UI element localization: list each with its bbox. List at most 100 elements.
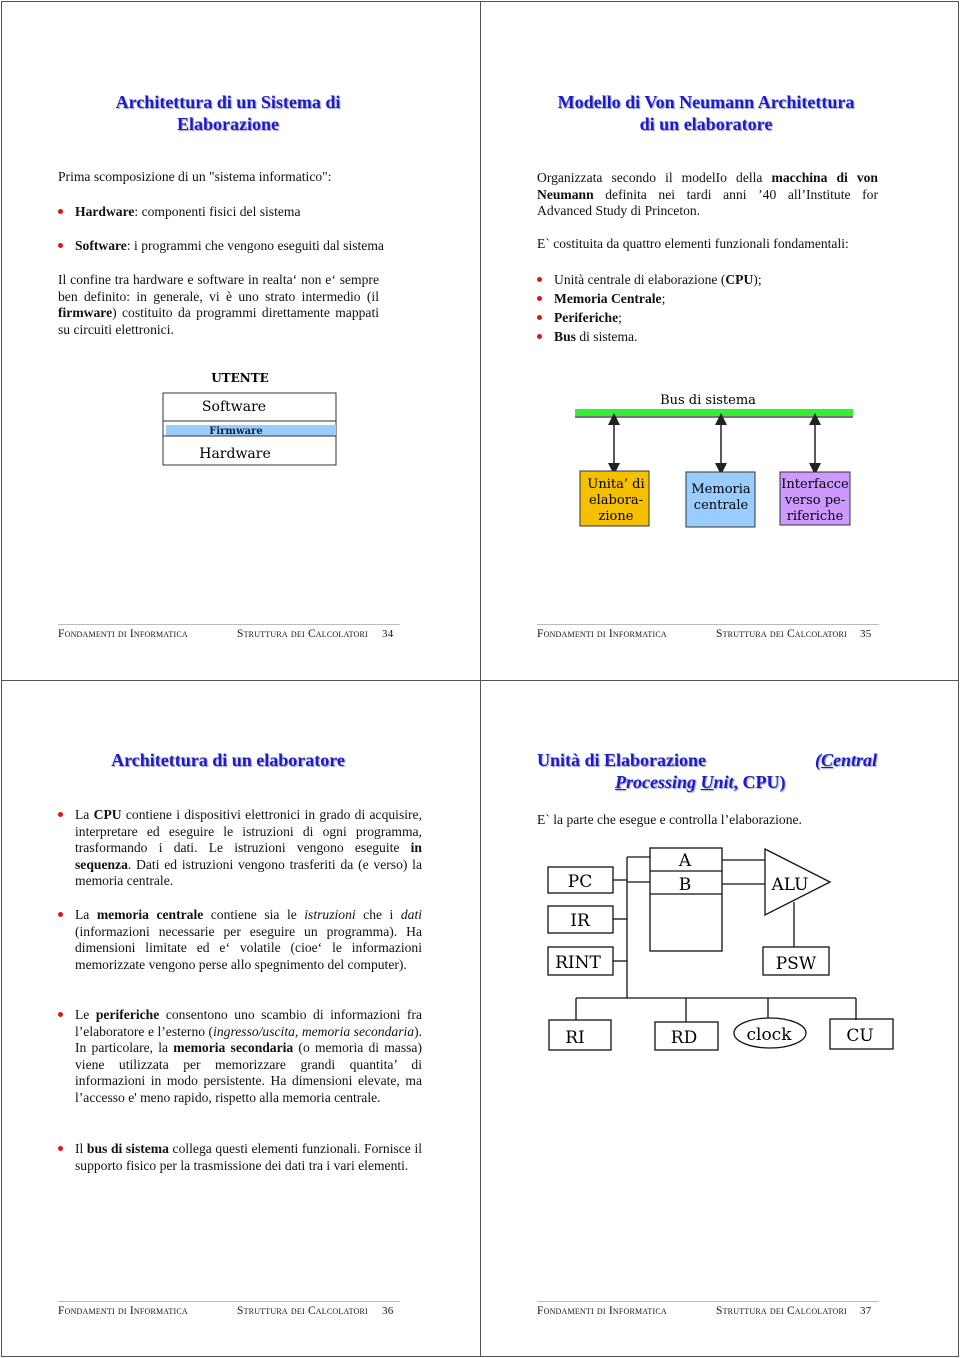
text-segment: contiene i dispositivi elettronici in gr… bbox=[75, 807, 422, 856]
block-text: Unita’ di bbox=[587, 477, 644, 492]
text-segment: (informazioni necessarie per eseguire un… bbox=[75, 923, 422, 972]
layers-diagram: UTENTE Software Firmware Hardware bbox=[162, 371, 337, 466]
page-number: 35 bbox=[860, 628, 872, 640]
footer: Fondamenti di Informatica Struttura dei … bbox=[58, 1301, 400, 1317]
footer-section: Struttura dei Calcolatori bbox=[237, 628, 368, 640]
block-text: centrale bbox=[694, 498, 749, 513]
text-segment: La bbox=[75, 807, 94, 822]
footer-section: Struttura dei Calcolatori bbox=[716, 1305, 847, 1317]
block-text: riferiche bbox=[787, 509, 844, 524]
text-segment: ; bbox=[618, 310, 622, 325]
ri-label: RI bbox=[565, 1028, 585, 1048]
system-bus bbox=[575, 409, 853, 416]
bullet-memory: La memoria centrale contiene sia le istr… bbox=[58, 907, 422, 973]
block-text: elabora- bbox=[589, 493, 643, 508]
text-segment: ; bbox=[661, 291, 666, 306]
bullet-peripherals: Le periferiche consentono uno scambio di… bbox=[58, 1007, 422, 1107]
text-segment: di sistema. bbox=[575, 329, 638, 344]
title-line: Processing Unit, CPU) bbox=[615, 772, 786, 792]
bold-text: Memoria Centrale bbox=[554, 291, 662, 306]
title-line: Elaborazione bbox=[177, 114, 279, 134]
layer-firmware: Firmware bbox=[209, 426, 262, 437]
italic-text: dati bbox=[400, 907, 422, 922]
footer-section: Struttura dei Calcolatori bbox=[237, 1305, 368, 1317]
bold-text: bus di sistema bbox=[86, 1141, 169, 1156]
block-text: Memoria bbox=[691, 482, 751, 497]
text-segment: : i programmi che vengono eseguiti dal s… bbox=[126, 238, 384, 253]
bold-text: memoria secondaria bbox=[173, 1040, 294, 1056]
footer: Fondamenti di Informatica Struttura dei … bbox=[537, 1301, 879, 1317]
block-text: zione bbox=[599, 509, 634, 524]
layer-hardware: Hardware bbox=[199, 446, 271, 462]
text-segment: . Dati ed istruzioni vengono trasferiti … bbox=[75, 856, 422, 889]
a-label: A bbox=[678, 851, 692, 871]
intro-text: Prima scomposizione di un "sistema infor… bbox=[58, 169, 332, 184]
italic-text: istruzioni bbox=[304, 907, 356, 922]
cpu-description: E` la parte che esegue e controlla l’ela… bbox=[537, 812, 802, 827]
text-segment: Le bbox=[75, 1007, 96, 1022]
title-line: Architettura di un elaboratore bbox=[111, 750, 345, 770]
page-number: 34 bbox=[382, 628, 394, 640]
italic-text: ingresso/uscita, memoria secondaria bbox=[213, 1023, 415, 1039]
bus-label: Bus di sistema bbox=[660, 393, 756, 408]
bold-text: firmware bbox=[58, 305, 113, 321]
slide-36-title: Architettura di un elaboratore bbox=[58, 749, 398, 771]
bullet-cpu: La CPU contiene i dispositivi elettronic… bbox=[58, 807, 422, 890]
block-text: verso pe- bbox=[784, 493, 845, 508]
title-line: Unità di Elaborazione bbox=[537, 750, 707, 770]
text-segment: Il confine tra hardware e software in re… bbox=[58, 272, 379, 304]
page-number: 36 bbox=[382, 1305, 394, 1317]
text-segment: La bbox=[75, 907, 97, 922]
bullet-cpu: Unità centrale di elaborazione (CPU); bbox=[537, 272, 884, 289]
bold-text: periferiche bbox=[95, 1007, 160, 1022]
bullet-bus: Il bus di sistema collega questi element… bbox=[58, 1141, 422, 1174]
bold-text: Hardware bbox=[75, 204, 135, 219]
text-segment: E` costituita da quattro elementi funzio… bbox=[537, 236, 849, 251]
footer-course: Fondamenti di Informatica bbox=[537, 628, 667, 640]
block-text: Interfacce bbox=[781, 477, 849, 492]
footer-course: Fondamenti di Informatica bbox=[58, 1305, 188, 1317]
text-segment: : componenti fisici del sistema bbox=[134, 204, 301, 219]
elements-intro: E` costituita da quattro elementi funzio… bbox=[537, 236, 882, 253]
text-segment: che i bbox=[355, 907, 401, 922]
bullet-memory: Memoria Centrale; bbox=[537, 291, 884, 308]
cu-label: CU bbox=[846, 1026, 873, 1046]
footer-section: Struttura dei Calcolatori bbox=[716, 628, 847, 640]
ir-label: IR bbox=[570, 911, 591, 931]
user-label: UTENTE bbox=[211, 371, 269, 385]
text-segment: contiene sia le bbox=[203, 907, 305, 922]
slide-34-title: Architettura di un Sistema di Elaborazio… bbox=[58, 91, 398, 135]
text-segment: Unità centrale di elaborazione ( bbox=[554, 272, 726, 287]
title-line: Modello di Von Neumann Architettura bbox=[557, 92, 855, 112]
page-number: 37 bbox=[860, 1305, 872, 1317]
alu-label: ALU bbox=[771, 875, 809, 895]
slide-37-title: Unità di Elaborazione (Central Processin… bbox=[537, 749, 882, 793]
footer: Fondamenti di Informatica Struttura dei … bbox=[58, 624, 400, 640]
bold-text: CPU bbox=[725, 272, 754, 287]
bullet-software: Software: i programmi che vengono esegui… bbox=[58, 238, 435, 255]
bold-text: Software bbox=[75, 238, 127, 253]
cpu-diagram: PC IR RINT A B ALU PSW RI RD clock CU bbox=[547, 847, 894, 1051]
title-line: di un elaboratore bbox=[639, 114, 773, 134]
bullet-hardware: Hardware: componenti fisici del sistema bbox=[58, 204, 415, 221]
rd-label: RD bbox=[671, 1028, 697, 1048]
vonneumann-diagram: Bus di sistema Unita’ di elabora- zione … bbox=[575, 393, 853, 528]
title-line: Architettura di un Sistema di bbox=[115, 92, 341, 112]
bullet-bus: Bus di sistema. bbox=[537, 329, 884, 346]
slide-35-title: Modello di Von Neumann Architettura di u… bbox=[526, 91, 886, 135]
footer: Fondamenti di Informatica Struttura dei … bbox=[537, 624, 879, 640]
psw-label: PSW bbox=[776, 954, 817, 974]
vonneumann-paragraph: Organizzata secondo il modelIo della mac… bbox=[537, 170, 878, 220]
bullet-peripherals: Periferiche; bbox=[537, 310, 884, 327]
title-central: (Central bbox=[814, 750, 877, 770]
text-segment: Il bbox=[75, 1141, 87, 1156]
firmware-paragraph: Il confine tra hardware e software in re… bbox=[58, 272, 379, 338]
layer-software: Software bbox=[202, 399, 266, 415]
text-segment: ); bbox=[753, 272, 762, 287]
footer-course: Fondamenti di Informatica bbox=[58, 628, 188, 640]
rint-label: RINT bbox=[555, 953, 601, 973]
bold-text: Bus bbox=[554, 329, 576, 344]
pc-label: PC bbox=[568, 872, 592, 892]
bold-text: Periferiche bbox=[554, 310, 619, 325]
clock-label: clock bbox=[746, 1025, 792, 1045]
